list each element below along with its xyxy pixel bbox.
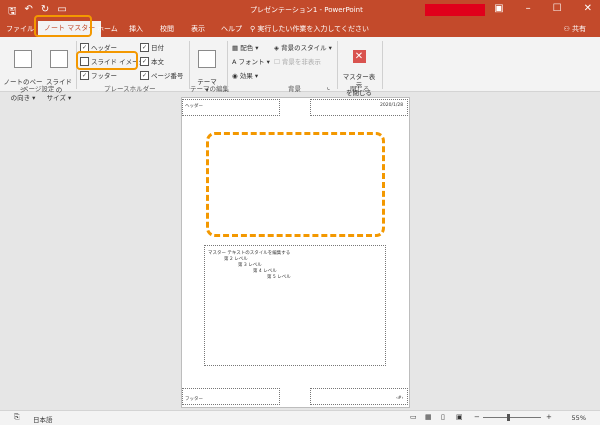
background-styles-button[interactable]: ◈ 背景のスタイル ▾: [274, 42, 332, 52]
page-setup-group-label: ページ設定: [22, 85, 55, 93]
colors-label: 配色 ▾: [240, 44, 259, 52]
accessibility-icon[interactable]: ⎘: [14, 413, 20, 422]
reading-view-icon[interactable]: ▯: [441, 413, 445, 421]
divider: [227, 41, 228, 89]
background-group-label: 背景: [288, 85, 301, 93]
orientation-icon: [14, 50, 32, 68]
checkbox-box: ☐: [274, 58, 280, 66]
minimize-button[interactable]: –: [526, 3, 531, 14]
footer-checkbox[interactable]: ✓ フッター: [80, 70, 117, 80]
body-checkbox[interactable]: ✓ 本文: [140, 56, 164, 66]
fonts-button[interactable]: A フォント ▾: [232, 56, 270, 66]
divider: [337, 41, 338, 89]
close-button[interactable]: ✕: [584, 3, 592, 14]
page-number-checkbox-label: ページ番号: [151, 72, 184, 80]
notes-level-1: マスター テキストのスタイルを編集する: [208, 251, 291, 256]
header-text: ヘッダー: [185, 104, 203, 109]
tab-review[interactable]: 校閲: [160, 24, 174, 34]
footer-text: フッター: [185, 397, 203, 402]
slide-image-placeholder[interactable]: [206, 132, 385, 237]
account-redacted: [425, 4, 485, 16]
notes-level-5: 第 5 レベル: [267, 275, 291, 280]
sorter-view-icon[interactable]: ▦: [425, 413, 432, 421]
tab-help[interactable]: ヘルプ: [221, 24, 242, 34]
zoom-slider[interactable]: [483, 417, 541, 418]
tab-file[interactable]: ファイル: [6, 24, 34, 34]
notes-body-placeholder[interactable]: [204, 245, 386, 366]
effects-button[interactable]: ◉ 効果 ▾: [232, 70, 258, 80]
fonts-label: フォント ▾: [238, 58, 270, 66]
page-number-checkbox[interactable]: ✓ ページ番号: [140, 70, 183, 80]
share-button[interactable]: ⚇ 共有: [563, 24, 586, 34]
divider: [189, 41, 190, 89]
ribbon-display-icon[interactable]: ▣: [494, 3, 503, 14]
language-indicator[interactable]: 日本語: [33, 414, 53, 424]
page-number-text: ‹#›: [396, 396, 404, 401]
page-number-placeholder[interactable]: [310, 388, 408, 405]
zoom-out-icon[interactable]: −: [474, 413, 480, 421]
effects-icon: ◉: [232, 72, 238, 80]
save-icon[interactable]: 🖫: [8, 4, 17, 21]
tab-home[interactable]: ホーム: [97, 24, 118, 34]
slide-image-highlight: [76, 51, 138, 70]
placeholders-group-label: プレースホルダー: [104, 85, 156, 93]
colors-icon: ▦: [232, 44, 239, 52]
hide-background-label: 背景を非表示: [281, 58, 321, 66]
tab-insert[interactable]: 挿入: [129, 24, 143, 34]
body-checkbox-label: 本文: [151, 58, 164, 66]
checkbox-box: ✓: [80, 70, 89, 80]
window-title: プレゼンテーション1 - PowerPoint: [250, 6, 363, 14]
slide-size-icon: [50, 50, 68, 68]
divider: [382, 41, 383, 89]
maximize-button[interactable]: ☐: [553, 3, 562, 14]
normal-view-icon[interactable]: ▭: [410, 413, 417, 421]
tab-view[interactable]: 表示: [191, 24, 205, 34]
checkbox-box: ✓: [140, 70, 149, 80]
zoom-level[interactable]: 55%: [572, 414, 586, 422]
effects-label: 効果 ▾: [239, 72, 259, 80]
checkbox-box: ✓: [140, 56, 149, 66]
zoom-in-icon[interactable]: +: [546, 413, 552, 421]
checkbox-box: ✓: [140, 42, 149, 52]
share-label: 共有: [572, 25, 586, 33]
notes-orientation-button[interactable]: ノートのページ の向き ▾: [3, 42, 43, 102]
notes-master-tab-highlight: [34, 15, 92, 37]
slideshow-view-icon[interactable]: ▣: [456, 413, 463, 421]
zoom-slider-thumb[interactable]: [507, 414, 510, 421]
theme-icon: [198, 50, 216, 68]
date-text: 2020/1/28: [380, 103, 404, 108]
edit-theme-group-label: テーマの編集: [190, 85, 229, 93]
tell-me-search[interactable]: ⚲ 実行したい作業を入力してください: [250, 24, 369, 34]
tell-me-text: 実行したい作業を入力してください: [257, 25, 369, 33]
dialog-launcher-icon[interactable]: ⌞: [327, 83, 330, 91]
fonts-icon: A: [232, 58, 237, 66]
footer-checkbox-label: フッター: [91, 72, 117, 80]
date-checkbox[interactable]: ✓ 日付: [140, 42, 164, 52]
close-master-icon: ✕: [352, 50, 366, 63]
close-group-label: 閉じる: [350, 85, 370, 93]
background-styles-label: 背景のスタイル ▾: [281, 44, 332, 52]
status-bar: ⎘ 日本語 ▭ ▦ ▯ ▣ − + 55%: [0, 410, 600, 425]
date-checkbox-label: 日付: [151, 44, 164, 52]
background-styles-icon: ◈: [274, 44, 279, 52]
hide-background-checkbox[interactable]: ☐ 背景を非表示: [274, 56, 321, 66]
window-controls: ▣ – ☐ ✕: [494, 3, 592, 14]
colors-button[interactable]: ▦ 配色 ▾: [232, 42, 259, 52]
undo-icon[interactable]: ↶: [25, 4, 33, 21]
slide-size-button[interactable]: スライドの サイズ ▾: [43, 42, 75, 102]
